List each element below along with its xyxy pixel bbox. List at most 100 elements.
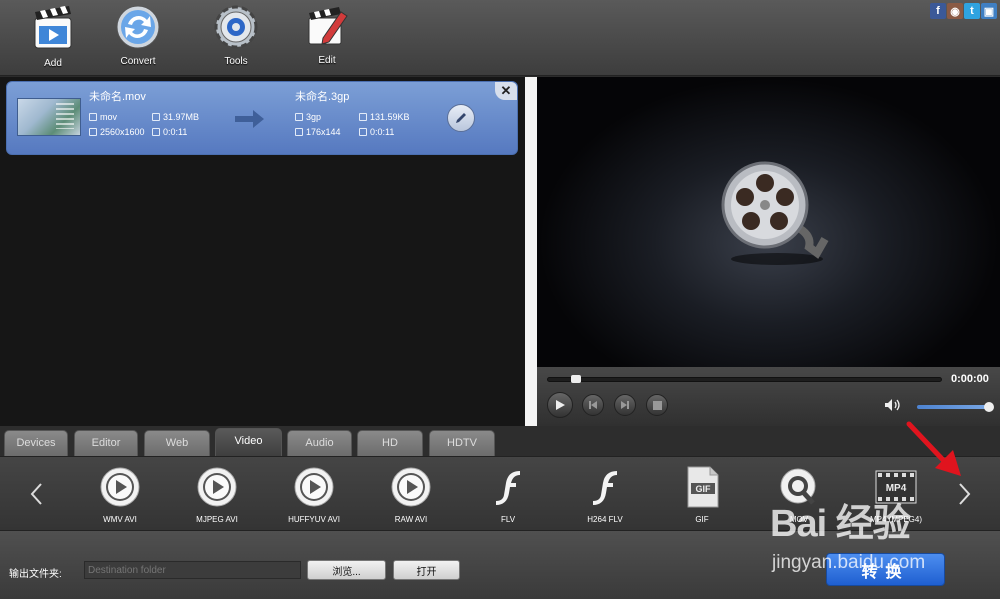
- convert-toolbar-button[interactable]: Convert: [103, 4, 173, 72]
- stop-button[interactable]: [646, 394, 668, 416]
- social-links: f ◉ t ▣: [930, 3, 997, 21]
- format-label: RAW AVI: [394, 515, 428, 524]
- target-size: 131.59KB: [359, 112, 410, 122]
- chevron-right-icon[interactable]: [954, 481, 974, 507]
- facebook-icon[interactable]: f: [930, 3, 946, 19]
- monitor-icon: [295, 128, 303, 136]
- flash-icon: [496, 471, 520, 505]
- add-button[interactable]: Add: [18, 4, 88, 72]
- disk-icon: [359, 113, 367, 121]
- format-wmv-avi[interactable]: WMV AVI: [78, 463, 162, 529]
- tab-web[interactable]: Web: [144, 430, 210, 456]
- time-readout: 0:00:00: [951, 373, 989, 385]
- format-label: MP4 (MPEG4): [869, 515, 922, 524]
- tools-label: Tools: [224, 56, 248, 67]
- format-gif[interactable]: GIF GIF: [660, 463, 744, 529]
- player-controls: 0:00:00: [537, 367, 1000, 426]
- format-category-tabs: Devices Editor Web Video Audio HD HDTV: [0, 426, 1000, 456]
- format-flv[interactable]: FLV: [466, 463, 550, 529]
- edit-toolbar-button[interactable]: Edit: [292, 4, 362, 72]
- disk-icon: [152, 113, 160, 121]
- skip-forward-icon: [621, 401, 629, 409]
- format-h264-flv[interactable]: H264 FLV: [563, 463, 647, 529]
- volume-icon[interactable]: [884, 398, 902, 412]
- quicktime-icon: [780, 468, 816, 505]
- format-carousel: WMV AVI MJPEG AVI HUFFYUV AVI RAW AVI FL…: [0, 456, 1000, 530]
- tab-hdtv[interactable]: HDTV: [429, 430, 495, 456]
- clapperboard-pencil-icon: [308, 7, 348, 45]
- stop-icon: [652, 400, 662, 410]
- chevron-left-icon[interactable]: [27, 481, 47, 507]
- gif-file-icon: GIF: [687, 466, 719, 508]
- format-label: MOV: [789, 515, 809, 524]
- next-frame-button[interactable]: [614, 394, 636, 416]
- source-resolution: 2560x1600: [89, 127, 145, 137]
- format-label: H264 FLV: [587, 515, 623, 524]
- video-preview: [537, 77, 1000, 367]
- output-folder-label: 输出文件夹:: [9, 569, 62, 580]
- chat-icon[interactable]: ▣: [981, 3, 997, 19]
- target-duration: 0:0:11: [359, 127, 394, 137]
- volume-handle[interactable]: [984, 402, 995, 412]
- add-label: Add: [44, 58, 62, 69]
- play-circle-icon: [100, 467, 140, 507]
- tab-editor[interactable]: Editor: [74, 430, 138, 456]
- red-annotation-arrow-icon: [906, 421, 961, 476]
- browse-button[interactable]: 浏览...: [307, 560, 386, 580]
- format-huffyuv-avi[interactable]: HUFFYUV AVI: [272, 463, 356, 529]
- instagram-icon[interactable]: ◉: [947, 3, 963, 19]
- convert-arrows-icon: [116, 5, 160, 49]
- tools-button[interactable]: Tools: [201, 4, 271, 72]
- svg-text:GIF: GIF: [696, 484, 712, 494]
- source-format: mov: [89, 112, 117, 122]
- close-icon: ✕: [500, 83, 512, 98]
- film-icon: [89, 113, 97, 121]
- seek-slider[interactable]: [547, 377, 942, 382]
- panel-divider[interactable]: [525, 77, 537, 426]
- arrow-right-icon: [235, 110, 264, 128]
- pencil-icon: [456, 113, 466, 123]
- edit-toolbar-label: Edit: [318, 55, 336, 66]
- destination-folder-input[interactable]: [84, 561, 301, 579]
- file-list-item[interactable]: 未命名.mov mov 31.97MB 2560x1600 0:0:11 未命名…: [6, 81, 518, 155]
- source-file-name: 未命名.mov: [89, 91, 146, 103]
- convert-button[interactable]: 转换: [826, 553, 945, 586]
- edit-settings-button[interactable]: [447, 104, 475, 132]
- target-file-name: 未命名.3gp: [295, 91, 350, 103]
- play-circle-icon: [294, 467, 334, 507]
- format-mov[interactable]: MOV: [757, 463, 841, 529]
- play-icon: [556, 400, 565, 410]
- clock-icon: [359, 128, 367, 136]
- output-bar: 输出文件夹: 浏览... 打开 转换: [0, 530, 1000, 599]
- convert-toolbar-label: Convert: [120, 56, 156, 67]
- tab-video[interactable]: Video: [215, 428, 282, 456]
- format-label: WMV AVI: [103, 515, 137, 524]
- main-toolbar: Add Convert Tools Edit f ◉ t ▣: [0, 0, 1000, 76]
- target-resolution: 176x144: [295, 127, 341, 137]
- target-format: 3gp: [295, 112, 321, 122]
- volume-slider[interactable]: [917, 405, 993, 409]
- monitor-icon: [89, 128, 97, 136]
- clapperboard-add-icon: [34, 6, 72, 49]
- tab-devices[interactable]: Devices: [4, 430, 68, 456]
- twitter-icon[interactable]: t: [964, 3, 980, 19]
- film-icon: [295, 113, 303, 121]
- previous-frame-button[interactable]: [582, 394, 604, 416]
- open-folder-button[interactable]: 打开: [393, 560, 460, 580]
- play-button[interactable]: [547, 392, 573, 418]
- format-mjpeg-avi[interactable]: MJPEG AVI: [175, 463, 259, 529]
- film-reel-icon: [721, 161, 829, 265]
- format-label: MJPEG AVI: [196, 515, 238, 524]
- source-duration: 0:0:11: [152, 127, 187, 137]
- format-label: FLV: [500, 515, 516, 524]
- tab-hd[interactable]: HD: [357, 430, 423, 456]
- gear-icon: [214, 5, 258, 49]
- format-label: HUFFYUV AVI: [288, 515, 340, 524]
- video-thumbnail: [17, 98, 81, 136]
- tab-audio[interactable]: Audio: [287, 430, 352, 456]
- seek-handle[interactable]: [570, 375, 581, 383]
- flash-icon: [593, 471, 617, 505]
- file-list: 未命名.mov mov 31.97MB 2560x1600 0:0:11 未命名…: [0, 77, 525, 426]
- remove-file-button[interactable]: ✕: [495, 82, 517, 100]
- format-raw-avi[interactable]: RAW AVI: [369, 463, 453, 529]
